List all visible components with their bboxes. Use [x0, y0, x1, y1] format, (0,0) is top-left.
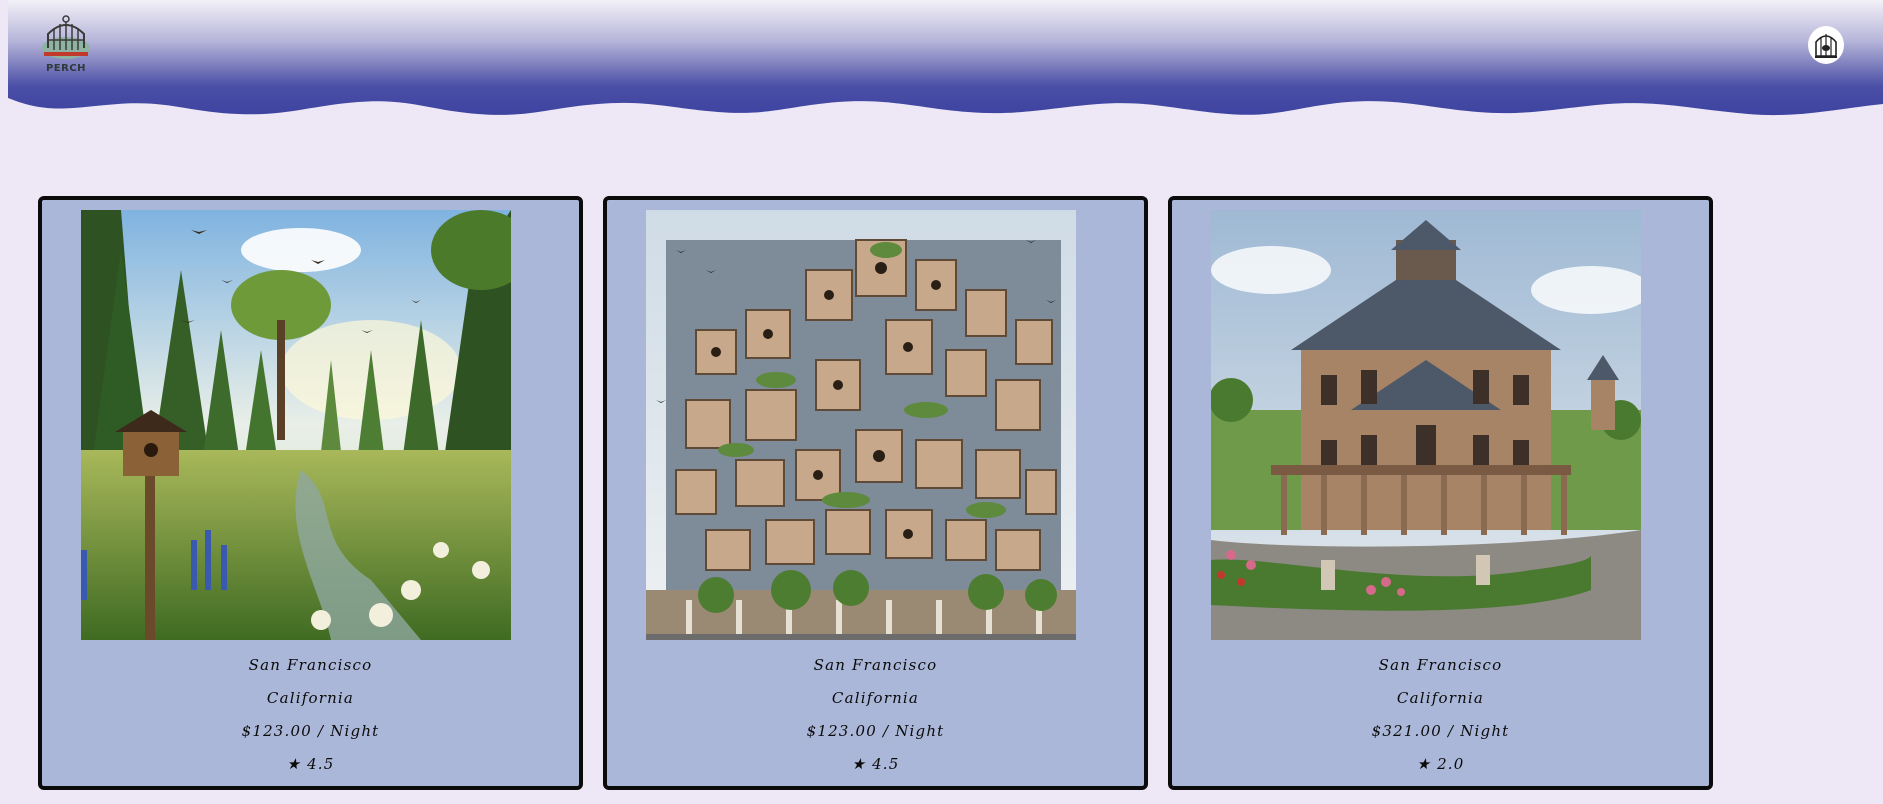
listing-info: San Francisco California $123.00 / Night… [607, 654, 1144, 786]
listing-price: $123.00 / Night [241, 722, 380, 740]
listing-photo-birdhouse-meadow[interactable] [81, 210, 511, 640]
listing-image [1211, 210, 1641, 640]
logo-text: PERCH [45, 63, 87, 74]
listing-price: $123.00 / Night [806, 722, 945, 740]
listing-info: San Francisco California $123.00 / Night… [42, 654, 579, 786]
birdcage-avatar-icon [1815, 34, 1837, 58]
listing-state: California [266, 689, 355, 707]
listing-image [646, 210, 1076, 640]
listing-state: California [1396, 689, 1485, 707]
listing-rating: ★ 4.5 [851, 755, 900, 773]
listing-city: San Francisco [1378, 656, 1503, 674]
header-wave-background [8, 0, 1883, 116]
logo[interactable]: PERCH [38, 14, 94, 74]
listing-image [81, 210, 511, 640]
listing-photo-victorian-mansion[interactable] [1211, 210, 1641, 640]
listing-city: San Francisco [813, 656, 938, 674]
birdcage-icon [42, 15, 90, 59]
user-avatar-button[interactable] [1808, 26, 1844, 64]
listing-rating: ★ 2.0 [1416, 755, 1465, 773]
listings-grid: San Francisco California $123.00 / Night… [38, 196, 1713, 790]
listing-card[interactable]: San Francisco California $123.00 / Night… [38, 196, 583, 790]
listing-card[interactable]: San Francisco California $123.00 / Night… [603, 196, 1148, 790]
listing-price: $321.00 / Night [1371, 722, 1510, 740]
listing-rating: ★ 4.5 [286, 755, 335, 773]
listing-state: California [831, 689, 920, 707]
listing-photo-birdhouse-tower[interactable] [646, 210, 1076, 640]
listing-city: San Francisco [248, 656, 373, 674]
site-header: PERCH [8, 0, 1883, 120]
listing-card[interactable]: San Francisco California $321.00 / Night… [1168, 196, 1713, 790]
listing-info: San Francisco California $321.00 / Night… [1172, 654, 1709, 786]
